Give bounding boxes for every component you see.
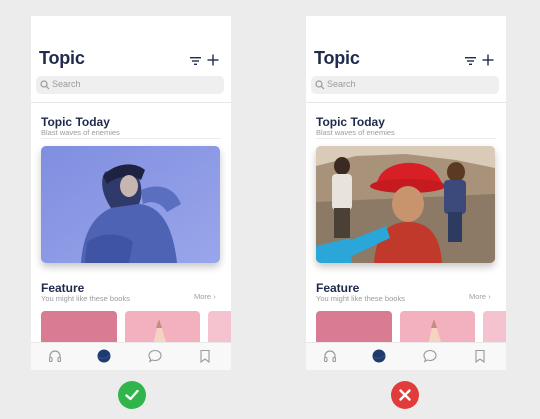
- search-input[interactable]: Search: [36, 76, 224, 94]
- phone-mockup-correct: Topic Search Topic Today Blast waves of …: [31, 16, 231, 370]
- planet-icon: [372, 349, 386, 363]
- topic-today-title: Topic Today: [316, 115, 385, 129]
- bookmark-icon: [200, 349, 210, 363]
- tab-discover[interactable]: [372, 349, 386, 363]
- tab-messages[interactable]: [423, 349, 437, 363]
- divider: [306, 102, 506, 103]
- topic-today-subtitle: Blast waves of enemies: [316, 128, 395, 137]
- more-label: More: [469, 292, 487, 301]
- plus-icon[interactable]: [482, 54, 494, 66]
- incorrect-badge: [391, 381, 419, 409]
- search-placeholder: Search: [52, 79, 81, 89]
- more-label: More: [194, 292, 212, 301]
- cross-icon: [399, 389, 411, 401]
- feature-title: Feature: [316, 281, 360, 295]
- sort-icon[interactable]: [465, 56, 476, 66]
- search-input[interactable]: Search: [311, 76, 499, 94]
- plus-icon[interactable]: [207, 54, 219, 66]
- sort-icon[interactable]: [190, 56, 201, 66]
- headphones-icon: [323, 350, 337, 363]
- topic-hero-image[interactable]: [316, 146, 495, 263]
- topic-today-title: Topic Today: [41, 115, 110, 129]
- check-icon: [125, 389, 139, 401]
- tab-discover[interactable]: [97, 349, 111, 363]
- tab-headphones[interactable]: [323, 349, 337, 363]
- search-icon: [315, 80, 325, 90]
- divider: [316, 138, 496, 139]
- chat-icon: [148, 349, 162, 363]
- feature-subtitle: You might like these books: [41, 294, 130, 303]
- planet-icon: [97, 349, 111, 363]
- tab-bar: [306, 342, 506, 370]
- bookmark-icon: [475, 349, 485, 363]
- feature-subtitle: You might like these books: [316, 294, 405, 303]
- headphones-icon: [48, 350, 62, 363]
- correct-badge: [118, 381, 146, 409]
- tab-bookmarks[interactable]: [473, 349, 487, 363]
- tab-bookmarks[interactable]: [198, 349, 212, 363]
- more-link[interactable]: More ›: [469, 292, 491, 301]
- page-title: Topic: [39, 48, 85, 68]
- tab-headphones[interactable]: [48, 349, 62, 363]
- divider: [41, 138, 221, 139]
- search-icon: [40, 80, 50, 90]
- more-link[interactable]: More ›: [194, 292, 216, 301]
- chat-icon: [423, 349, 437, 363]
- page-title: Topic: [314, 48, 360, 68]
- search-placeholder: Search: [327, 79, 356, 89]
- chevron-right-icon: ›: [213, 292, 216, 301]
- topic-today-subtitle: Blast waves of enemies: [41, 128, 120, 137]
- tab-bar: [31, 342, 231, 370]
- topic-hero-image[interactable]: [41, 146, 220, 263]
- tab-messages[interactable]: [148, 349, 162, 363]
- feature-title: Feature: [41, 281, 85, 295]
- phone-mockup-incorrect: Topic Search Topic Today Blast waves of …: [306, 16, 506, 370]
- chevron-right-icon: ›: [488, 292, 491, 301]
- divider: [31, 102, 231, 103]
